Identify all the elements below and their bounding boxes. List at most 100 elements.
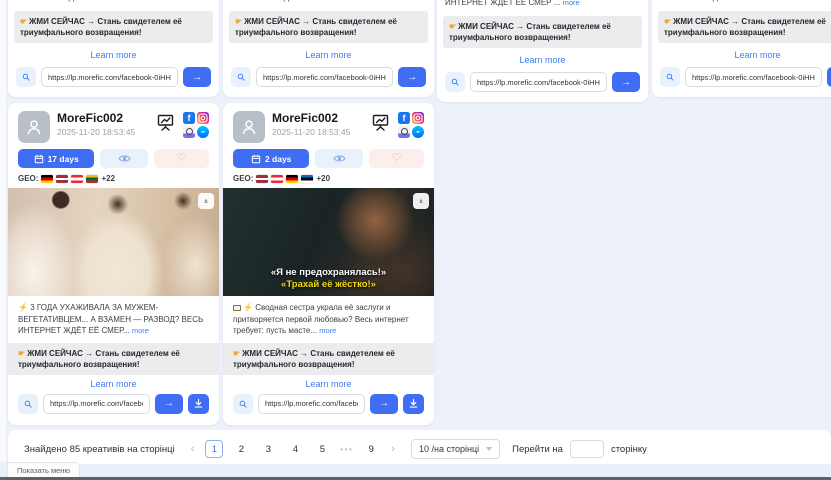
flag-austria-icon <box>71 175 83 183</box>
advertiser-name: MoreFic002 <box>272 111 350 125</box>
days-active-button[interactable]: 17 days <box>18 149 94 168</box>
goto-page-input[interactable] <box>570 440 604 458</box>
pagination-bar: Знайдено 85 креативів на сторінці ‹ 1 2 … <box>8 430 831 468</box>
open-url-button[interactable]: → <box>183 67 211 87</box>
image-caption: «Я не предохранялась!» «Трахай её жёстко… <box>223 267 434 291</box>
chart-board-icon <box>371 113 390 131</box>
clipped-body-text: ИНТЕРНЕТ ЖДЁТ ЕЁ СМЕР ... more <box>16 0 211 4</box>
search-icon <box>239 398 247 410</box>
preview-button[interactable] <box>100 149 148 168</box>
stats-board-button[interactable] <box>371 113 390 136</box>
arrow-right-icon: → <box>192 72 202 83</box>
learn-more-link[interactable]: Learn more <box>18 379 209 389</box>
advertiser-name: MoreFic002 <box>57 111 135 125</box>
open-url-button[interactable]: → <box>612 72 640 92</box>
open-url-button[interactable]: → <box>398 67 426 87</box>
search-button[interactable] <box>16 67 36 87</box>
landing-url-input[interactable] <box>470 72 607 92</box>
search-button[interactable] <box>660 67 680 87</box>
page-number-last[interactable]: 9 <box>362 440 380 458</box>
landing-url-input[interactable] <box>258 394 365 414</box>
days-active-button[interactable]: 2 days <box>233 149 309 168</box>
creative-body-text: ⚡ 3 ГОДА УХАЖИВАЛА ЗА МУЖЕМ-ВЕГЕТАТИВЦЕМ… <box>18 302 209 337</box>
open-url-button[interactable]: → <box>370 394 398 414</box>
learn-more-link[interactable]: Learn more <box>660 50 831 60</box>
creative-card-1: MoreFic002 2025-11-20 18:53:45 f 17 days… <box>8 103 219 425</box>
eye-icon <box>118 154 131 163</box>
creative-timestamp: 2025-11-20 18:53:45 <box>57 127 135 137</box>
more-link[interactable]: more <box>134 0 151 2</box>
pointing-hand-icon: ☛ <box>233 349 240 358</box>
page-number-3[interactable]: 3 <box>259 440 277 458</box>
page-number-2[interactable]: 2 <box>232 440 250 458</box>
download-creative-button[interactable] <box>188 394 209 414</box>
page-number-5[interactable]: 5 <box>313 440 331 458</box>
open-url-button[interactable]: → <box>155 394 183 414</box>
more-link[interactable]: more <box>778 0 795 2</box>
flag-latvia-icon <box>256 175 268 183</box>
page-number-1[interactable]: 1 <box>205 440 223 458</box>
cta-text: ЖМИ СЕЙЧАС → Стань свидетелем её триумфа… <box>20 17 182 37</box>
page-number-4[interactable]: 4 <box>286 440 304 458</box>
flag-austria-icon <box>271 175 283 183</box>
chart-board-icon <box>156 113 175 131</box>
book-icon <box>233 305 241 311</box>
search-button[interactable] <box>445 72 465 92</box>
instagram-icon <box>412 112 424 124</box>
more-link[interactable]: more <box>319 326 336 335</box>
url-row: → <box>660 67 831 87</box>
favorite-button[interactable]: ♡ <box>154 149 209 168</box>
search-button[interactable] <box>18 394 38 414</box>
download-creative-button[interactable] <box>403 394 424 414</box>
creative-timestamp: 2025-11-20 18:53:45 <box>272 127 350 137</box>
learn-more-link[interactable]: Learn more <box>445 55 640 65</box>
per-page-select[interactable]: 10 /на сторінці <box>411 439 500 459</box>
download-image-button[interactable] <box>413 193 429 209</box>
url-row: → <box>233 394 424 414</box>
cta-text: ЖМИ СЕЙЧАС → Стань свидетелем её триумфа… <box>235 17 397 37</box>
download-icon <box>204 196 208 206</box>
landing-url-input[interactable] <box>43 394 150 414</box>
show-menu-button[interactable]: Показать меню <box>7 462 80 477</box>
search-icon <box>666 71 674 83</box>
search-button[interactable] <box>233 394 253 414</box>
instagram-icon <box>197 112 209 124</box>
arrow-right-icon: → <box>407 72 417 83</box>
pointing-hand-icon: ☛ <box>449 22 456 31</box>
next-page-icon[interactable]: › <box>389 443 397 455</box>
geo-label: GEO: <box>233 174 253 183</box>
cta-headline: ☛ЖМИ СЕЙЧАС → Стань свидетелем её триумф… <box>229 11 428 43</box>
messenger-icon <box>412 126 424 138</box>
facebook-icon: f <box>183 112 195 124</box>
stats-board-button[interactable] <box>156 113 175 136</box>
clipped-body-text: ИНТЕРНЕТ ЖДЁТ ЕЁ СМЕР ... more <box>445 0 640 9</box>
landing-url-input[interactable] <box>685 67 822 87</box>
cta-headline: ☛ЖМИ СЕЙЧАС → Стань свидетелем её триумф… <box>658 11 831 43</box>
cta-headline: ☛ЖМИ СЕЙЧАС → Стань свидетелем её триумф… <box>8 343 219 375</box>
goto-label: Перейти на <box>512 444 563 455</box>
calendar-icon <box>251 154 261 164</box>
learn-more-link[interactable]: Learn more <box>233 379 424 389</box>
download-image-button[interactable] <box>198 193 214 209</box>
goto-page: Перейти на сторінку <box>512 440 647 458</box>
messenger-icon <box>197 126 209 138</box>
search-button[interactable] <box>231 67 251 87</box>
landing-url-input[interactable] <box>41 67 178 87</box>
favorite-button[interactable]: ♡ <box>369 149 424 168</box>
more-link[interactable]: more <box>132 326 149 335</box>
prev-page-icon[interactable]: ‹ <box>189 443 197 455</box>
geo-more-count: +20 <box>316 174 330 183</box>
preview-button[interactable] <box>315 149 363 168</box>
more-link[interactable]: more <box>563 0 580 7</box>
learn-more-link[interactable]: Learn more <box>231 50 426 60</box>
landing-url-input[interactable] <box>256 67 393 87</box>
left-edge-strip <box>0 0 6 462</box>
learn-more-link[interactable]: Learn more <box>16 50 211 60</box>
ellipsis-pages-icon[interactable]: ••• <box>340 445 353 454</box>
open-url-button[interactable]: → <box>827 67 831 87</box>
clipped-body-text: ИНТЕРНЕТ ЖДЁТ ЕЁ СМЕР ... more <box>660 0 831 4</box>
creative-card-partial-3: ИНТЕРНЕТ ЖДЁТ ЕЁ СМЕР ... more ☛ЖМИ СЕЙЧ… <box>437 0 648 102</box>
more-link[interactable]: more <box>349 0 366 2</box>
pointing-hand-icon: ☛ <box>18 349 25 358</box>
cta-text: ЖМИ СЕЙЧАС → Стань свидетелем её триумфа… <box>449 22 611 42</box>
